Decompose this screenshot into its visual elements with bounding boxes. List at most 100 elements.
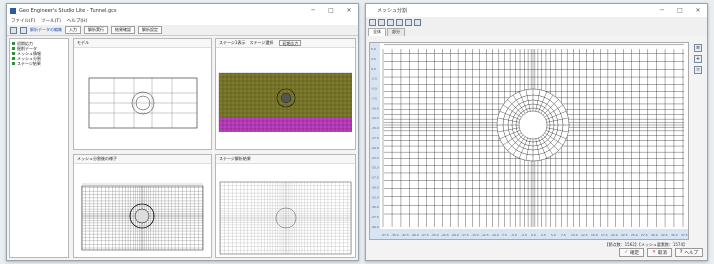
x-tick-label: 0.0 <box>531 233 536 237</box>
tab-overall[interactable]: 全体 <box>368 28 386 36</box>
x-tick-label: 27.5 <box>641 233 648 237</box>
x-tick-label: 2.5 <box>541 233 546 237</box>
mesh-window-title: メッシュ分割 <box>377 8 408 14</box>
x-tick-label: 37.5 <box>681 233 688 237</box>
model-panel-title: モデル <box>74 39 211 48</box>
stage-result-view[interactable] <box>216 164 355 257</box>
layers-icon[interactable]: ≡ <box>694 44 702 52</box>
cancel-label: 取消 <box>657 250 667 256</box>
y-tick-label: -5.0 <box>371 87 377 91</box>
tree-item[interactable]: ステージ結果 <box>12 61 66 66</box>
mesh-toolbar <box>366 17 707 28</box>
cancel-button[interactable]: ✕ 取消 <box>647 248 672 257</box>
y-tick-label: -15.0 <box>371 126 379 130</box>
y-tick-label: 0.0 <box>371 67 376 71</box>
pan-icon[interactable]: + <box>694 55 702 63</box>
node-icon <box>12 47 15 50</box>
x-tick-label: 7.5 <box>561 233 566 237</box>
x-tick-label: -15.0 <box>471 233 479 237</box>
close-button[interactable]: ✕ <box>340 7 358 14</box>
x-tick-label: 30.0 <box>651 233 658 237</box>
stage-panel: ステージ1表示 ステージ選択 初期応力 <box>215 38 356 150</box>
ok-button[interactable]: ✓ 確定 <box>619 248 645 257</box>
mesh-panel: メッシュ分割後の様子 <box>73 154 212 258</box>
x-tick-label: 35.0 <box>671 233 678 237</box>
x-tick-label: -25.0 <box>431 233 439 237</box>
stage-panel-header: ステージ1表示 ステージ選択 初期応力 <box>216 39 355 48</box>
x-tick-label: -10.0 <box>491 233 499 237</box>
app-icon <box>10 7 16 14</box>
stage-select-label: ステージ選択 <box>249 40 274 45</box>
project-tree: 初期応力 掘削データ メッシュ情報 メッシュ分割 ステージ結果 <box>9 38 69 258</box>
mesh-preview[interactable] <box>74 164 211 257</box>
node-icon <box>12 42 15 45</box>
x-tick-label: -7.5 <box>501 233 507 237</box>
y-tick-label: -20.0 <box>371 146 379 150</box>
zoom-fit-icon[interactable] <box>369 19 376 26</box>
minimize-button[interactable]: ─ <box>304 7 322 14</box>
help-icon: ? <box>679 250 683 255</box>
main-titlebar: Geo Engineer's Studio Lite - Tunnel.gcs … <box>7 4 358 17</box>
save-icon[interactable] <box>20 26 27 34</box>
node-icon <box>12 52 15 55</box>
folder-icon[interactable] <box>10 26 17 34</box>
grid-icon[interactable] <box>396 19 403 26</box>
y-tick-label: -10.0 <box>371 106 379 110</box>
x-tick-label: -20.0 <box>451 233 459 237</box>
check-results-button[interactable]: 結果確認 <box>111 26 135 34</box>
main-toolbar: 解析データの編集 入力 解析実行 結果確認 解析設定 <box>7 25 358 36</box>
menu-file[interactable]: ファイル(F) <box>11 18 35 24</box>
y-tick-label: -7.5 <box>371 96 377 100</box>
mesh-window: メッシュ分割 ─ □ ✕ 全体 部分 5.0 2.5 0.0 -2.5 -5.0 -7.5… <box>365 3 708 261</box>
y-tick-label: -2.5 <box>371 77 377 81</box>
main-window-title: Geo Engineer's Studio Lite - Tunnel.gcs <box>19 7 117 14</box>
mesh-canvas[interactable]: 5.02.50.0-2.5-5.0-7.5-10.0-12.5-15.0-17.… <box>370 35 688 239</box>
model-view[interactable] <box>74 48 211 149</box>
maximize-button[interactable]: □ <box>322 7 340 14</box>
mesh-tabs: 全体 部分 <box>366 28 707 36</box>
mesh-plot[interactable]: 5.0 2.5 0.0 -2.5 -5.0 -7.5 -10.0 -12.5 -15.0 -17.… <box>369 35 689 240</box>
tab-partial[interactable]: 部分 <box>387 28 405 36</box>
zoom-out-icon[interactable] <box>387 19 394 26</box>
close-button[interactable]: ✕ <box>689 7 707 14</box>
y-tick-label: -12.5 <box>371 116 379 120</box>
mesh-titlebar: メッシュ分割 ─ □ ✕ <box>366 4 707 17</box>
y-tick-label: -22.5 <box>371 156 379 160</box>
node-icon <box>12 62 15 65</box>
refresh-icon[interactable] <box>414 19 421 26</box>
frame-icon[interactable] <box>405 19 412 26</box>
x-tick-label: -30.0 <box>411 233 419 237</box>
help-button[interactable]: ? ヘルプ <box>674 248 703 257</box>
y-tick-label: -25.0 <box>371 166 379 170</box>
stage-view[interactable] <box>216 48 355 149</box>
zoom-in-icon[interactable] <box>378 19 385 26</box>
x-tick-label: -2.5 <box>521 233 527 237</box>
x-tick-label: 10.0 <box>571 233 578 237</box>
x-tick-label: -37.5 <box>381 233 389 237</box>
menu-help[interactable]: ヘルプ(H) <box>67 18 87 24</box>
x-icon: ✕ <box>652 250 656 255</box>
x-tick-label: -17.5 <box>461 233 469 237</box>
menu-tools[interactable]: ツール(T) <box>41 18 61 24</box>
stage-result-title: ステージ解析結果 <box>216 155 355 164</box>
y-tick-label: -17.5 <box>371 136 379 140</box>
input-button[interactable]: 入力 <box>65 26 81 34</box>
x-tick-label: -12.5 <box>481 233 489 237</box>
edit-data-link[interactable]: 解析データの編集 <box>30 27 62 33</box>
dialog-footer: ✓ 確定 ✕ 取消 ? ヘルプ <box>619 248 703 257</box>
node-icon <box>12 57 15 60</box>
maximize-button[interactable]: □ <box>671 7 689 14</box>
x-tick-label: 22.5 <box>621 233 628 237</box>
check-icon: ✓ <box>624 250 629 255</box>
run-analysis-button[interactable]: 解析実行 <box>84 26 108 34</box>
y-tick-label: -35.0 <box>371 205 379 209</box>
x-tick-label: 20.0 <box>611 233 618 237</box>
x-tick-label: -35.0 <box>391 233 399 237</box>
stage-select[interactable]: 初期応力 <box>279 40 302 46</box>
y-tick-label: 2.5 <box>371 57 376 61</box>
analysis-settings-button[interactable]: 解析設定 <box>138 26 162 34</box>
x-tick-label: 17.5 <box>601 233 608 237</box>
x-tick-label: -32.5 <box>401 233 409 237</box>
select-icon[interactable]: ⌑ <box>694 66 702 74</box>
minimize-button[interactable]: ─ <box>653 7 671 14</box>
